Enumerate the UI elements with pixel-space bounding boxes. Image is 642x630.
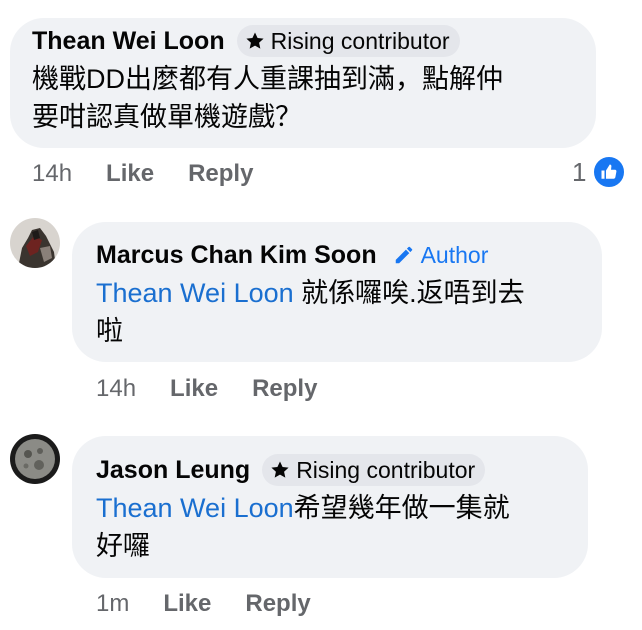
like-button[interactable]: Like [163, 590, 211, 618]
comment-thread: Thean Wei Loon Rising contributor 機戰DD出麼… [0, 0, 642, 630]
comment-header: Jason Leung Rising contributor [96, 454, 486, 486]
rising-contributor-badge: Rising contributor [236, 25, 460, 57]
star-icon [271, 461, 289, 478]
comment-header: Thean Wei Loon Rising contributor [32, 25, 460, 57]
comment-actions: 1m Like Reply [96, 590, 311, 618]
author-badge: Author [389, 239, 499, 271]
timestamp[interactable]: 14h [32, 160, 72, 188]
badge-label: Rising contributor [270, 27, 450, 54]
thumbs-up-icon [592, 155, 627, 189]
comment-text-line: 啦 [96, 316, 123, 346]
comment-text: 機戰DD出麼都有人重課抽到滿，點解仲 要咁認真做單機遊戲？ [32, 60, 503, 136]
reply-button[interactable]: Reply [188, 160, 253, 188]
reply-button[interactable]: Reply [245, 590, 310, 618]
author-name[interactable]: Marcus Chan Kim Soon [96, 241, 377, 270]
comment-text-segment: 就係囉唉.返唔到去 [293, 278, 525, 308]
like-button[interactable]: Like [106, 160, 154, 188]
reaction-summary[interactable]: 1 [572, 155, 627, 189]
avatar[interactable] [10, 434, 60, 484]
reaction-count: 1 [572, 156, 587, 187]
comment-actions: 14h Like Reply [96, 375, 317, 403]
reply-button[interactable]: Reply [252, 375, 317, 403]
comment-text-segment: 希望幾年做一集就 [293, 493, 510, 523]
like-button[interactable]: Like [170, 375, 218, 403]
author-name[interactable]: Jason Leung [96, 456, 250, 485]
comment-text: Thean Wei Loon 就係囉唉.返唔到去 啦 [96, 274, 525, 350]
pencil-icon [395, 246, 412, 264]
mention-link[interactable]: Thean Wei Loon [96, 278, 294, 308]
rising-contributor-badge: Rising contributor [262, 454, 486, 486]
comment-header: Marcus Chan Kim Soon Author [96, 239, 498, 271]
badge-label: Author [420, 241, 489, 268]
comment-text-line: 要咁認真做單機遊戲？ [32, 102, 302, 132]
comment-text-line: 好囉 [96, 531, 150, 561]
avatar[interactable] [10, 218, 60, 268]
mention-link[interactable]: Thean Wei Loon [96, 493, 294, 523]
author-name[interactable]: Thean Wei Loon [32, 27, 225, 56]
comment-text-line: 機戰DD出麼都有人重課抽到滿，點解仲 [32, 64, 503, 94]
comment-actions: 14h Like Reply [32, 160, 253, 188]
timestamp[interactable]: 14h [96, 375, 136, 403]
badge-label: Rising contributor [296, 456, 476, 483]
comment-text: Thean Wei Loon希望幾年做一集就 好囉 [96, 489, 510, 565]
timestamp[interactable]: 1m [96, 590, 129, 618]
star-icon [246, 32, 264, 49]
